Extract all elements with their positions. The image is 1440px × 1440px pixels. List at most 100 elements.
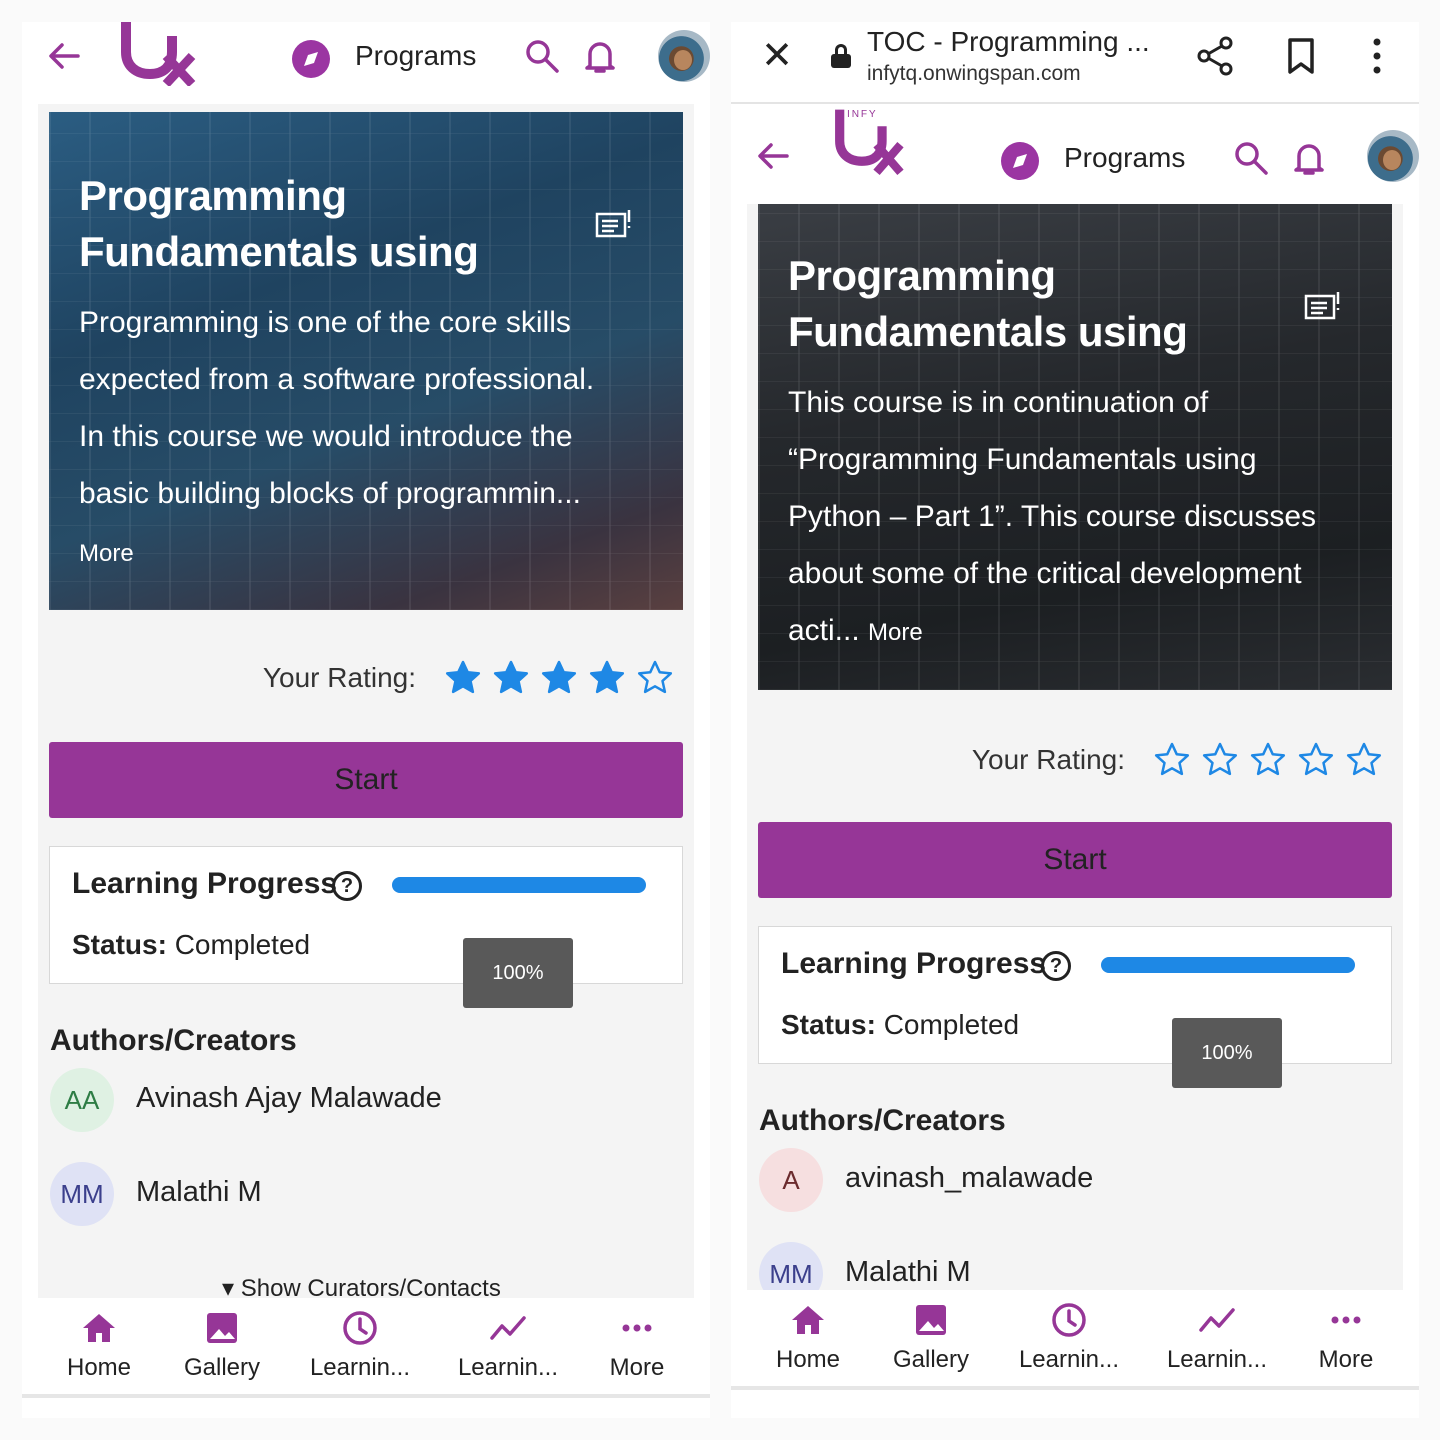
- course-content: Programming Fundamentals using This cour…: [747, 204, 1403, 1306]
- star-outline-icon[interactable]: [1153, 741, 1191, 779]
- rating-row: Your Rating:: [972, 740, 1383, 780]
- overflow-menu-icon[interactable]: [1355, 34, 1399, 78]
- progress-tooltip: 100%: [1172, 1018, 1282, 1088]
- more-link[interactable]: More: [79, 540, 134, 568]
- bottom-nav: Home Gallery Learnin... Learnin... More: [731, 1290, 1419, 1390]
- lock-icon: [831, 44, 851, 68]
- bell-icon[interactable]: [1289, 138, 1329, 178]
- nav-home[interactable]: Home: [743, 1290, 873, 1390]
- nav-gallery[interactable]: Gallery: [157, 1298, 287, 1398]
- user-avatar[interactable]: [658, 30, 710, 82]
- author-name: Malathi M: [136, 1176, 262, 1208]
- programs-link[interactable]: Programs: [1064, 142, 1185, 174]
- gallery-icon: [916, 1305, 946, 1335]
- clock-icon: [1052, 1303, 1086, 1337]
- learning-progress-title: Learning Progress: [781, 947, 1047, 980]
- author-avatar: A: [759, 1148, 823, 1212]
- programs-link[interactable]: Programs: [355, 40, 476, 72]
- infytq-logo[interactable]: [118, 22, 202, 86]
- trend-icon: [490, 1316, 526, 1340]
- star-filled-icon[interactable]: [492, 659, 530, 697]
- app-header: Programs: [22, 22, 710, 102]
- gallery-icon: [207, 1313, 237, 1343]
- star-filled-icon[interactable]: [540, 659, 578, 697]
- back-arrow-icon[interactable]: [44, 36, 84, 76]
- nav-learning-analytics[interactable]: Learnin...: [443, 1298, 573, 1398]
- close-icon[interactable]: ✕: [757, 36, 797, 76]
- rating-label: Your Rating:: [971, 744, 1125, 775]
- notes-icon[interactable]: [1304, 290, 1342, 324]
- notes-icon[interactable]: [595, 208, 633, 242]
- course-title: Programming Fundamentals using: [79, 172, 479, 275]
- page-url[interactable]: infytq.onwingspan.com: [867, 62, 1081, 86]
- nav-learning-history[interactable]: Learnin...: [1004, 1290, 1134, 1390]
- page-title: TOC - Programming ...: [867, 26, 1150, 57]
- course-description: Programming is one of the core skills ex…: [79, 306, 595, 510]
- rating-stars[interactable]: [434, 659, 674, 697]
- compass-icon[interactable]: [1001, 142, 1039, 180]
- rating-stars[interactable]: [1143, 741, 1383, 779]
- course-hero: Programming Fundamentals using This cour…: [758, 204, 1392, 690]
- home-icon: [792, 1306, 824, 1334]
- more-dots-icon: [622, 1324, 652, 1332]
- course-content: Programming Fundamentals using Programmi…: [38, 104, 694, 1302]
- author-name: avinash_malawade: [845, 1162, 1094, 1194]
- compass-icon[interactable]: [292, 40, 330, 78]
- star-outline-icon[interactable]: [1345, 741, 1383, 779]
- learning-progress-card: Learning Progress ? Status: Completed: [758, 926, 1392, 1064]
- author-avatar: MM: [50, 1162, 114, 1226]
- app-header: INFY Programs: [731, 106, 1419, 186]
- home-icon: [83, 1314, 115, 1342]
- bookmark-icon[interactable]: [1279, 34, 1323, 78]
- star-outline-icon[interactable]: [1201, 741, 1239, 779]
- authors-title: Authors/Creators: [759, 1104, 1006, 1137]
- back-arrow-icon[interactable]: [753, 136, 793, 176]
- learning-progress-card: Learning Progress ? Status: Completed: [49, 846, 683, 984]
- rating-label: Your Rating:: [262, 662, 416, 693]
- author-name: Avinash Ajay Malawade: [136, 1082, 442, 1114]
- browser-toolbar: ✕ TOC - Programming ... infytq.onwingspa…: [731, 22, 1419, 104]
- nav-learning-history[interactable]: Learnin...: [295, 1298, 425, 1398]
- share-icon[interactable]: [1193, 34, 1237, 78]
- trend-icon: [1199, 1308, 1235, 1332]
- course-description: This course is in continuation of “Progr…: [788, 386, 1317, 647]
- authors-title: Authors/Creators: [50, 1024, 297, 1057]
- nav-gallery[interactable]: Gallery: [866, 1290, 996, 1390]
- nav-learning-analytics[interactable]: Learnin...: [1152, 1290, 1282, 1390]
- learning-progress-title: Learning Progress: [72, 867, 338, 900]
- course-title: Programming Fundamentals using: [788, 252, 1188, 355]
- infytq-logo[interactable]: INFY: [829, 106, 913, 176]
- course-hero: Programming Fundamentals using Programmi…: [49, 112, 683, 610]
- more-dots-icon: [1331, 1316, 1361, 1324]
- author-avatar: AA: [50, 1068, 114, 1132]
- nav-home[interactable]: Home: [34, 1298, 164, 1398]
- svg-text:INFY: INFY: [847, 109, 877, 120]
- status-text: Status: Completed: [781, 1009, 1020, 1040]
- progress-bar: [1101, 957, 1355, 973]
- status-text: Status: Completed: [72, 929, 311, 960]
- nav-more[interactable]: More: [1281, 1290, 1411, 1390]
- progress-bar: [392, 877, 646, 893]
- help-icon[interactable]: ?: [1041, 951, 1071, 981]
- search-icon[interactable]: [1231, 138, 1271, 178]
- star-outline-icon[interactable]: [1297, 741, 1335, 779]
- star-filled-icon[interactable]: [444, 659, 482, 697]
- search-icon[interactable]: [522, 36, 562, 76]
- start-button[interactable]: Start: [49, 742, 683, 818]
- left-phone-screen: Programs Programming Fundamentals using …: [22, 22, 710, 1418]
- rating-row: Your Rating:: [263, 658, 674, 698]
- start-button[interactable]: Start: [758, 822, 1392, 898]
- user-avatar[interactable]: [1367, 130, 1419, 182]
- star-outline-icon[interactable]: [1249, 741, 1287, 779]
- star-outline-icon[interactable]: [636, 659, 674, 697]
- bottom-nav: Home Gallery Learnin... Learnin... More: [22, 1298, 710, 1398]
- clock-icon: [343, 1311, 377, 1345]
- star-filled-icon[interactable]: [588, 659, 626, 697]
- more-link[interactable]: More: [868, 619, 923, 646]
- nav-more[interactable]: More: [572, 1298, 702, 1398]
- progress-tooltip: 100%: [463, 938, 573, 1008]
- author-name: Malathi M: [845, 1256, 971, 1288]
- help-icon[interactable]: ?: [332, 871, 362, 901]
- bell-icon[interactable]: [580, 36, 620, 76]
- right-phone-screen: ✕ TOC - Programming ... infytq.onwingspa…: [731, 22, 1419, 1418]
